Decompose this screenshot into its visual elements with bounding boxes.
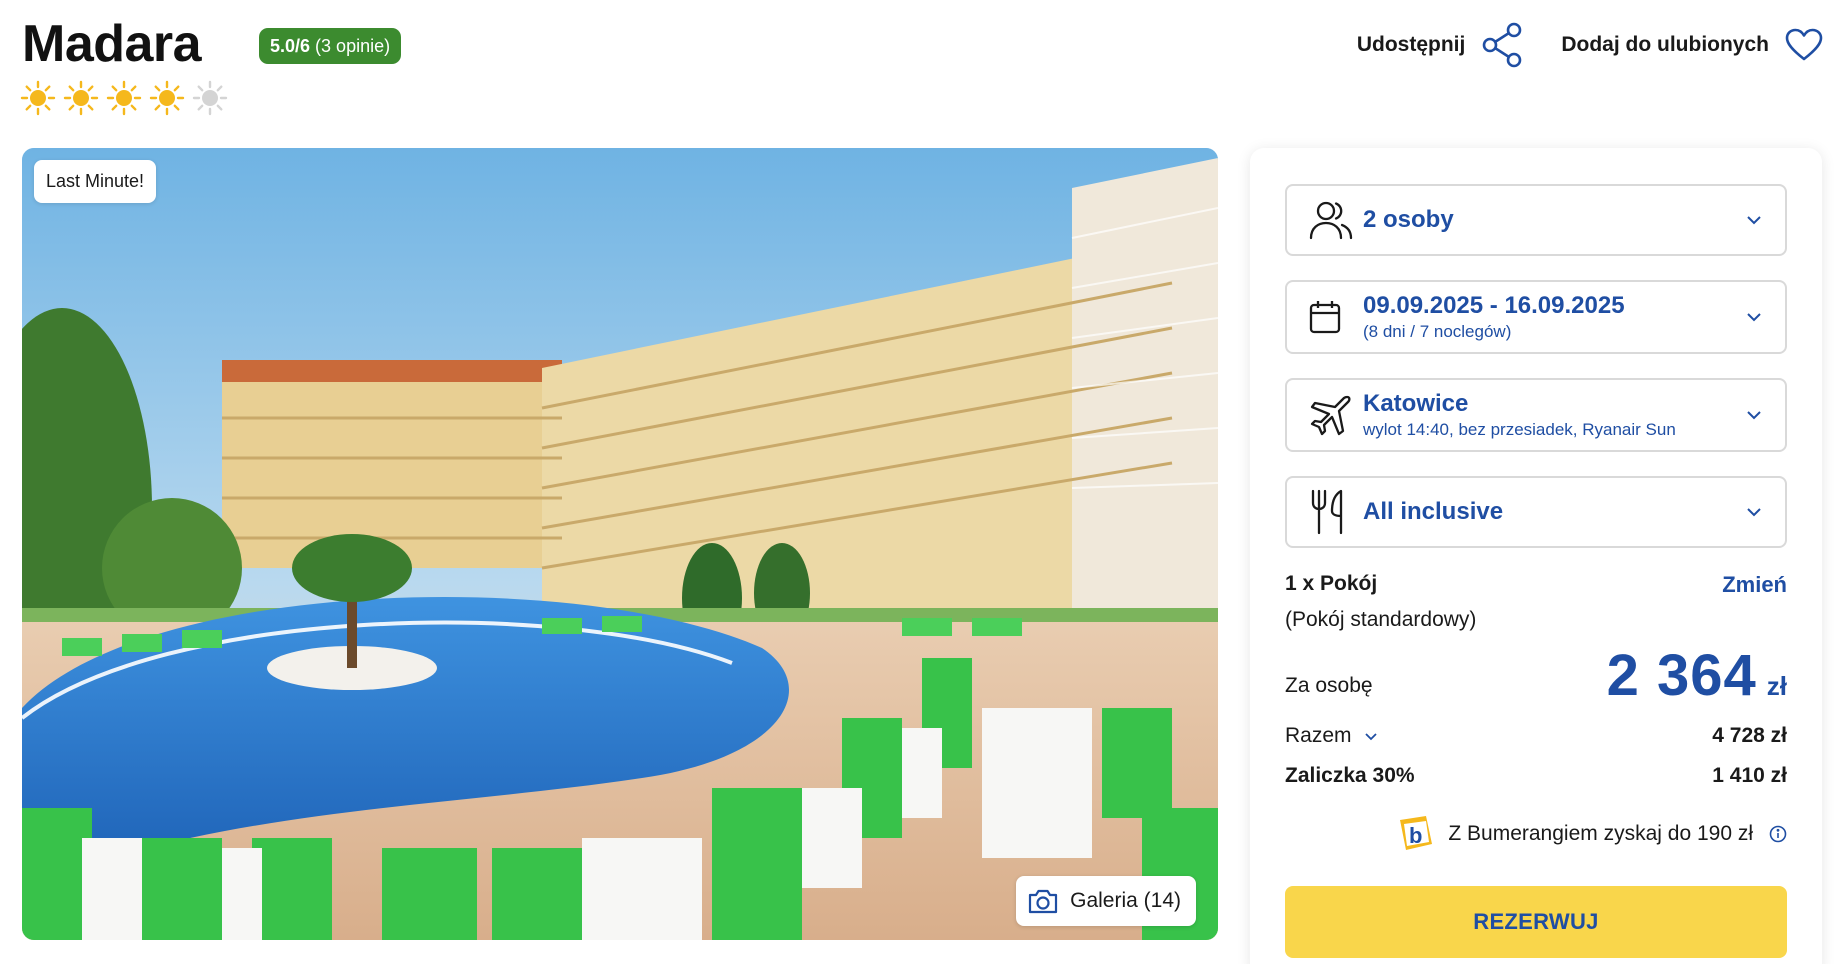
board-selector[interactable]: All inclusive xyxy=(1285,476,1787,548)
star-rating xyxy=(20,80,228,116)
deposit-value: 1 410 zł xyxy=(1712,764,1787,787)
flight-text: Katowice wylot 14:40, bez przesiadek, Ry… xyxy=(1363,390,1676,440)
per-person-label: Za osobę xyxy=(1285,674,1373,697)
bumerang-text: Z Bumerangiem zyskaj do 190 zł xyxy=(1448,822,1753,845)
chevron-down-icon xyxy=(1745,409,1763,421)
bumerang-logo-icon: b xyxy=(1400,816,1433,850)
total-toggle[interactable]: Razem xyxy=(1285,724,1378,748)
per-person-price: 2 364 zł xyxy=(1607,642,1787,709)
total-label: Razem xyxy=(1285,724,1352,747)
dates-detail: (8 dni / 7 noclegów) xyxy=(1363,321,1512,341)
calendar-icon xyxy=(1309,300,1341,334)
chevron-down-icon xyxy=(1745,214,1763,226)
room-type: (Pokój standardowy) xyxy=(1285,608,1477,631)
reserve-button[interactable]: REZERWUJ xyxy=(1285,886,1787,958)
board-value: All inclusive xyxy=(1363,498,1504,526)
chevron-down-icon xyxy=(1745,506,1763,518)
flight-selector[interactable]: Katowice wylot 14:40, bez przesiadek, Ry… xyxy=(1285,378,1787,452)
hotel-title: Madara xyxy=(22,15,202,73)
hotel-photo-gallery[interactable]: Last Minute! Galeria (14) xyxy=(22,148,1218,940)
share-icon xyxy=(1483,22,1522,68)
sun-star-empty-icon xyxy=(192,80,228,116)
info-icon[interactable] xyxy=(1769,825,1787,843)
heart-icon xyxy=(1785,28,1823,61)
sun-star-icon xyxy=(20,80,56,116)
rating-badge[interactable]: 5.0/6 (3 opinie) xyxy=(259,28,402,64)
persons-text: 2 osoby xyxy=(1363,206,1454,234)
header-actions: Udostępnij Dodaj do ulubionych xyxy=(1357,22,1823,68)
gallery-label: Galeria (14) xyxy=(1070,889,1181,912)
persons-value: 2 osoby xyxy=(1363,206,1454,234)
per-person-amount: 2 364 xyxy=(1606,643,1757,708)
chevron-down-icon xyxy=(1364,733,1377,741)
open-gallery-button[interactable]: Galeria (14) xyxy=(1016,876,1196,926)
favorite-label: Dodaj do ulubionych xyxy=(1561,33,1769,56)
deposit-label: Zaliczka 30% xyxy=(1285,764,1415,787)
svg-text:b: b xyxy=(1409,823,1422,848)
total-value: 4 728 zł xyxy=(1712,724,1787,747)
flight-detail: wylot 14:40, bez przesiadek, Ryanair Sun xyxy=(1363,419,1676,439)
persons-selector[interactable]: 2 osoby xyxy=(1285,184,1787,256)
dates-value: 09.09.2025 - 16.09.2025 xyxy=(1363,292,1625,320)
change-room-link[interactable]: Zmień xyxy=(1722,572,1787,598)
persons-icon xyxy=(1309,198,1353,242)
booking-panel: 2 osoby 09.09.2025 - 16.09.2025 (8 dni /… xyxy=(1250,148,1822,964)
rating-count: (3 opinie) xyxy=(315,35,391,56)
favorite-button[interactable]: Dodaj do ulubionych xyxy=(1561,28,1823,62)
cutlery-icon xyxy=(1309,489,1349,535)
sun-star-icon xyxy=(106,80,142,116)
price-currency: zł xyxy=(1766,671,1787,701)
plane-icon xyxy=(1309,393,1353,437)
dates-selector[interactable]: 09.09.2025 - 16.09.2025 (8 dni / 7 nocle… xyxy=(1285,280,1787,354)
camera-icon xyxy=(1029,889,1058,914)
bumerang-bonus: b Z Bumerangiem zyskaj do 190 zł xyxy=(1396,814,1787,854)
rating-score: 5.0/6 xyxy=(270,35,311,56)
hotel-photo xyxy=(22,148,1218,940)
board-text: All inclusive xyxy=(1363,498,1503,526)
flight-departure: Katowice xyxy=(1363,390,1469,418)
chevron-down-icon xyxy=(1745,311,1763,323)
sun-star-icon xyxy=(149,80,185,116)
share-button[interactable]: Udostępnij xyxy=(1357,22,1524,68)
dates-text: 09.09.2025 - 16.09.2025 (8 dni / 7 nocle… xyxy=(1363,292,1625,342)
last-minute-badge: Last Minute! xyxy=(34,160,157,203)
share-label: Udostępnij xyxy=(1356,33,1466,56)
room-count: 1 x Pokój xyxy=(1285,572,1378,595)
sun-star-icon xyxy=(63,80,99,116)
